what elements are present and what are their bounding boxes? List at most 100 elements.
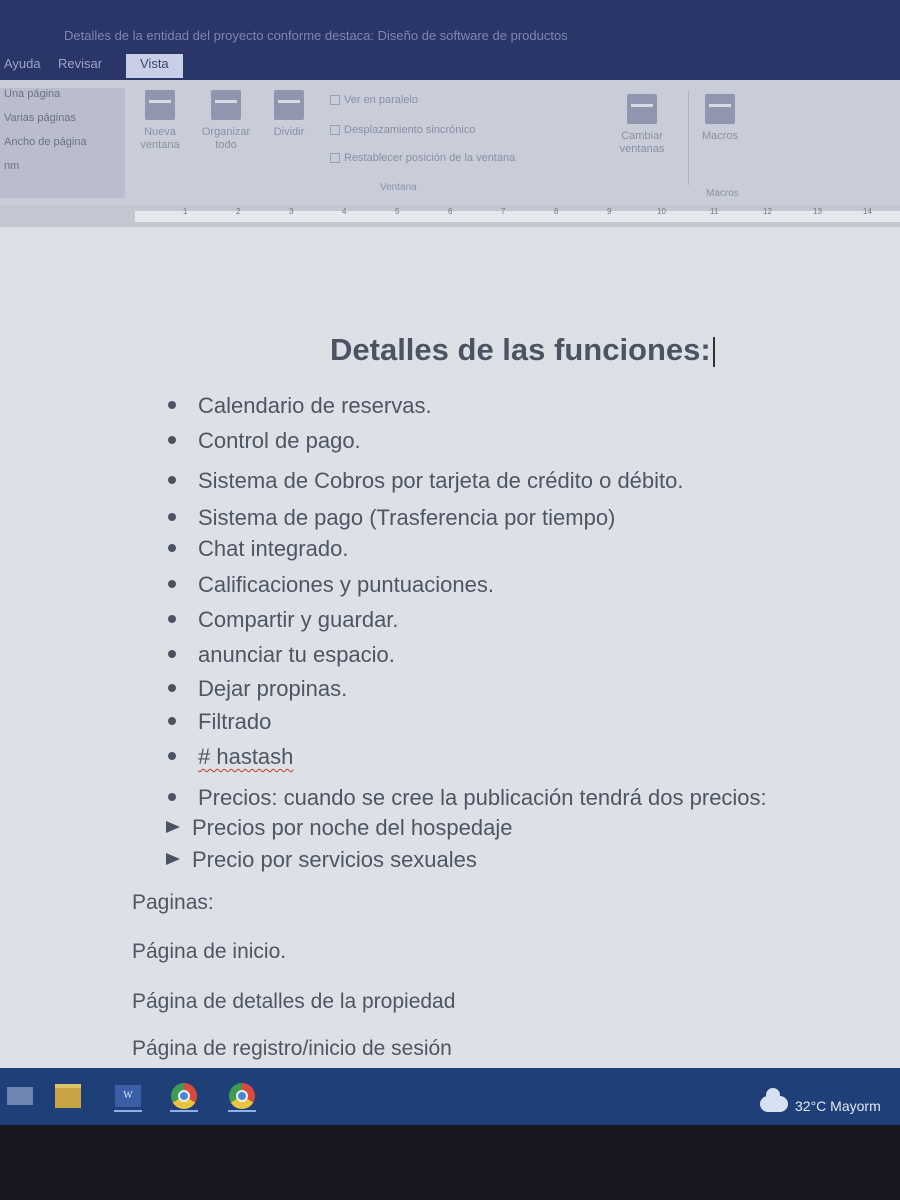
reset-window-position-label: Restablecer posición de la ventana [344, 152, 516, 164]
paragraph[interactable]: Página de registro/inicio de sesión [132, 1037, 452, 1061]
arrow-bullet-icon [166, 821, 180, 834]
sub-list-item[interactable]: Precios por noche del hospedaje [166, 815, 512, 841]
macros-icon [705, 94, 735, 124]
chrome-profile-taskbar-button[interactable] [222, 1078, 262, 1114]
bullet-icon [168, 793, 176, 802]
ruler-tick: 7 [501, 207, 506, 216]
list-item-text: Sistema de pago (Trasferencia por tiempo… [198, 505, 616, 530]
list-item-text: Compartir y guardar. [198, 607, 399, 632]
ruler-tick: 10 [657, 207, 666, 216]
sub-list-item-text: Precios por noche del hospedaje [192, 815, 513, 840]
multiple-pages-button[interactable]: Varias páginas [4, 112, 125, 124]
list-item-text: Sistema de Cobros por tarjeta de crédito… [198, 468, 684, 493]
ruler-tick: 9 [607, 207, 612, 216]
list-item[interactable]: Dejar propinas. [168, 676, 347, 706]
list-item[interactable]: Calendario de reservas. [168, 393, 432, 423]
arrange-all-icon [211, 90, 241, 120]
macros-group-label: Macros [706, 188, 739, 199]
zoom-item[interactable]: nm [4, 160, 125, 172]
list-item-text: Control de pago. [198, 428, 361, 453]
document-heading[interactable]: Detalles de las funciones: [330, 332, 715, 368]
macros-button[interactable]: Macros [692, 94, 748, 143]
list-item-text: Filtrado [198, 709, 272, 734]
bullet-icon [168, 580, 176, 589]
one-page-button[interactable]: Una página [4, 88, 125, 100]
tab-ayuda[interactable]: Ayuda [4, 56, 41, 71]
bullet-icon [168, 544, 176, 553]
ribbon-tabs: Ayuda Revisar Vista [0, 50, 900, 80]
paragraph[interactable]: Página de detalles de la propiedad [132, 990, 455, 1014]
paragraph[interactable]: Paginas: [132, 891, 214, 915]
list-item[interactable]: Compartir y guardar. [168, 607, 399, 637]
start-button[interactable] [0, 1078, 40, 1114]
document-title: Detalles de la entidad del proyecto conf… [64, 28, 568, 43]
list-item[interactable]: Control de pago. [168, 428, 361, 458]
arrange-all-label: Organizar todo [201, 126, 251, 151]
ruler-tick: 14 [863, 207, 872, 216]
paragraph[interactable]: Página de inicio. [132, 940, 286, 964]
windows-icon [7, 1087, 33, 1105]
file-explorer-button[interactable] [48, 1078, 88, 1114]
sync-scrolling-label: Desplazamiento sincrónico [344, 124, 476, 136]
chrome-icon [171, 1083, 197, 1109]
weather-widget[interactable]: 32°C Mayorm [795, 1098, 881, 1114]
heading-text: Detalles de las funciones: [330, 332, 711, 367]
ruler-tick: 5 [395, 207, 400, 216]
active-indicator [114, 1110, 142, 1112]
weather-cloud-icon[interactable] [760, 1088, 788, 1112]
text-cursor [712, 336, 715, 367]
list-item-text: Calendario de reservas. [198, 393, 432, 418]
bullet-icon [168, 684, 176, 693]
view-side-by-side-label: Ver en paralelo [344, 94, 418, 106]
bullet-icon [168, 476, 176, 485]
list-item-text: # hastash [198, 744, 294, 769]
file-explorer-icon [55, 1084, 81, 1108]
list-item[interactable]: Calificaciones y puntuaciones. [168, 572, 494, 602]
tab-vista[interactable]: Vista [126, 54, 183, 78]
window-group-label: Ventana [380, 182, 417, 193]
ruler-tick: 2 [236, 207, 241, 216]
active-indicator [170, 1110, 198, 1112]
list-item[interactable]: Precios: cuando se cree la publicación t… [168, 785, 767, 815]
list-item[interactable]: anunciar tu espacio. [168, 642, 395, 672]
view-side-by-side-toggle[interactable]: Ver en paralelo [330, 94, 418, 106]
tab-revisar[interactable]: Revisar [58, 56, 102, 71]
list-item[interactable]: # hastash [168, 744, 293, 774]
chrome-icon [229, 1083, 255, 1109]
ruler-strip [135, 211, 900, 222]
list-item-text: Dejar propinas. [198, 676, 348, 701]
ruler-tick: 3 [289, 207, 294, 216]
new-window-button[interactable]: Nueva ventana [134, 90, 186, 152]
switch-windows-label: Cambiar ventanas [619, 130, 665, 155]
horizontal-ruler[interactable]: 1 2 3 4 5 6 7 8 9 10 11 12 13 14 [0, 205, 900, 228]
word-taskbar-button[interactable]: W [108, 1078, 148, 1114]
arrow-bullet-icon [166, 853, 180, 866]
arrange-all-button[interactable]: Organizar todo [194, 90, 258, 152]
bullet-icon [168, 513, 176, 522]
new-window-label: Nueva ventana [140, 126, 180, 151]
list-item[interactable]: Sistema de Cobros por tarjeta de crédito… [168, 468, 684, 498]
ruler-tick: 8 [554, 207, 559, 216]
split-button[interactable]: Dividir [264, 90, 314, 139]
split-label: Dividir [273, 126, 305, 138]
ruler-tick: 12 [763, 207, 772, 216]
sync-scrolling-toggle[interactable]: Desplazamiento sincrónico [330, 124, 475, 136]
split-icon [274, 90, 304, 120]
reset-window-position-toggle[interactable]: Restablecer posición de la ventana [330, 152, 515, 164]
checkbox-icon [330, 95, 340, 106]
list-item[interactable]: Sistema de pago (Trasferencia por tiempo… [168, 505, 615, 535]
list-item[interactable]: Filtrado [168, 709, 271, 739]
chrome-taskbar-button[interactable] [164, 1078, 204, 1114]
page-width-button[interactable]: Ancho de página [4, 136, 125, 148]
bullet-icon [168, 401, 176, 410]
list-item[interactable]: Chat integrado. [168, 536, 348, 566]
switch-windows-button[interactable]: Cambiar ventanas [600, 94, 684, 156]
title-bar: Detalles de la entidad del proyecto conf… [0, 0, 900, 50]
document-page[interactable]: Detalles de las funciones: Calendario de… [0, 227, 900, 1067]
ruler-tick: 11 [710, 207, 719, 216]
word-icon: W [115, 1085, 141, 1107]
sub-list-item[interactable]: Precio por servicios sexuales [166, 847, 477, 873]
ruler-tick: 13 [813, 207, 822, 216]
active-indicator [228, 1110, 256, 1112]
ruler-tick: 4 [342, 207, 347, 216]
